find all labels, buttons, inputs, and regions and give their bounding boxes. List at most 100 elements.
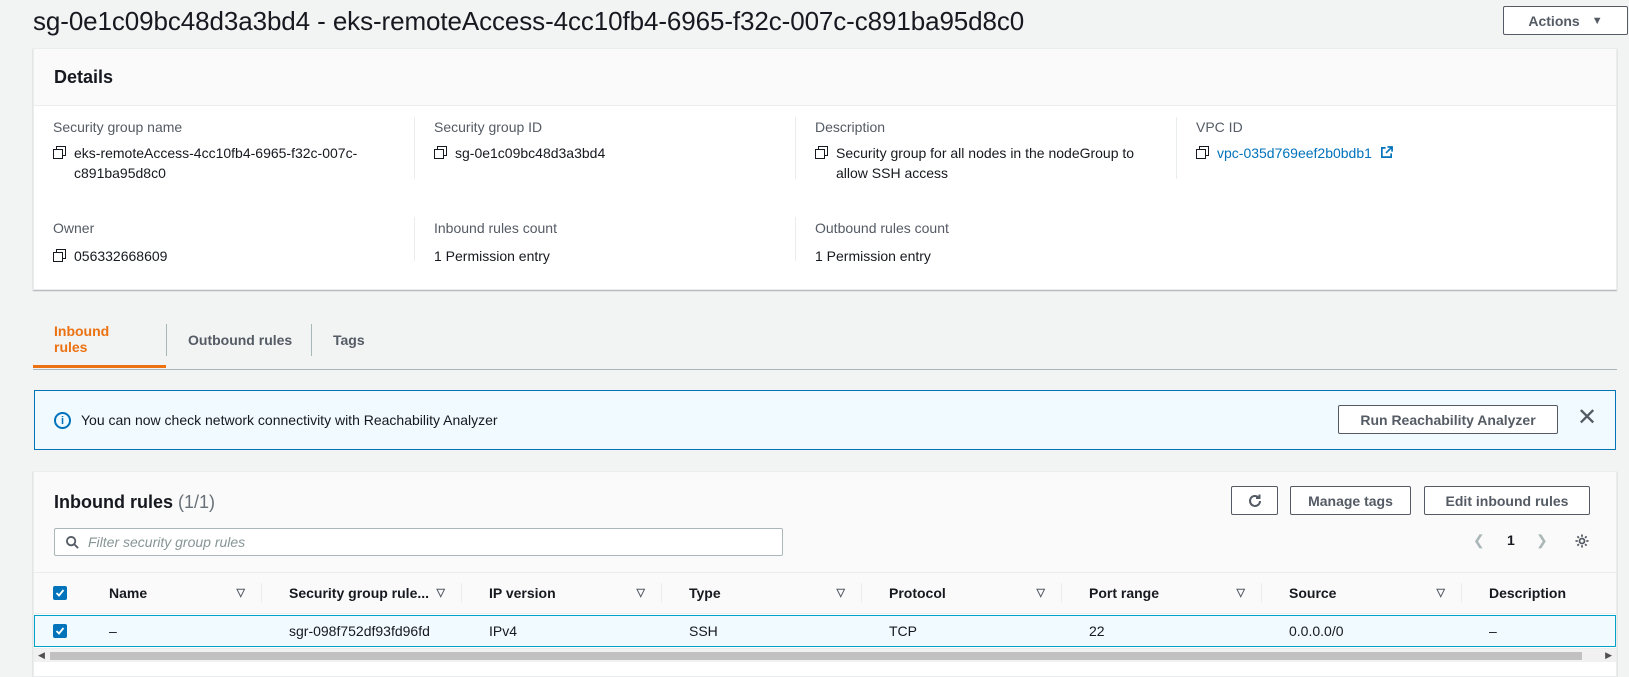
filter-box (54, 528, 783, 556)
alert-text: You can now check network connectivity w… (81, 412, 498, 428)
scroll-left-icon[interactable]: ◀ (38, 650, 45, 661)
cell-name: – (109, 623, 117, 639)
caret-down-icon: ▼ (1591, 14, 1603, 27)
column-divider (1461, 583, 1462, 603)
outbound-count-label: Outbound rules count (815, 220, 949, 236)
column-divider (861, 583, 862, 603)
rules-header: Inbound rules (1/1) Manage tags Edit inb… (34, 472, 1616, 572)
vpc-id-link[interactable]: vpc-035d769eef2b0bdb1 (1217, 143, 1372, 163)
run-reachability-analyzer-button[interactable]: Run Reachability Analyzer (1338, 405, 1558, 434)
divider (795, 217, 796, 261)
column-divider (1261, 583, 1262, 603)
divider (414, 117, 415, 179)
details-heading: Details (34, 49, 1616, 106)
description-value: Security group for all nodes in the node… (836, 145, 1135, 181)
column-header-port-range[interactable]: Port range ▽ (1089, 573, 1245, 613)
sg-name-field: Security group name eks-remoteAccess-4cc… (53, 119, 423, 183)
gear-icon[interactable] (1574, 533, 1590, 549)
column-divider (461, 583, 462, 603)
sg-id-label: Security group ID (434, 119, 543, 135)
row-checkbox[interactable] (53, 624, 67, 638)
sg-name-label: Security group name (53, 119, 183, 135)
vpc-id-field: VPC ID vpc-035d769eef2b0bdb1 (1196, 119, 1566, 163)
outbound-count-value: 1 Permission entry (815, 248, 931, 264)
rules-count: (1/1) (178, 492, 216, 512)
details-panel: Details Security group name eks-remoteAc… (33, 48, 1617, 290)
column-divider (261, 583, 262, 603)
filter-input[interactable] (88, 534, 768, 550)
cell-type: SSH (689, 623, 718, 639)
manage-tags-button[interactable]: Manage tags (1290, 486, 1411, 515)
owner-value: 056332668609 (74, 248, 168, 264)
inbound-count-field: Inbound rules count 1 Permission entry (434, 220, 804, 266)
reachability-alert: i You can now check network connectivity… (34, 390, 1616, 450)
inbound-count-value: 1 Permission entry (434, 248, 550, 264)
select-all-checkbox[interactable] (53, 586, 67, 600)
owner-label: Owner (53, 220, 95, 236)
sg-name-value: eks-remoteAccess-4cc10fb4-6965-f32c-007c… (74, 145, 358, 181)
tab-outbound-rules[interactable]: Outbound rules (167, 312, 313, 368)
sort-icon: ▽ (1236, 587, 1245, 599)
refresh-button[interactable] (1231, 486, 1278, 515)
column-divider (661, 583, 662, 603)
close-icon[interactable]: ✕ (1575, 406, 1599, 431)
info-icon: i (54, 412, 71, 429)
external-link-icon (1380, 146, 1393, 158)
description-field: Description Security group for all nodes… (815, 119, 1185, 183)
page-number[interactable]: 1 (1507, 532, 1515, 548)
copy-icon[interactable] (53, 249, 66, 262)
table-row[interactable]: – sgr-098f752df93fd96fd IPv4 SSH TCP 22 … (34, 615, 1616, 647)
divider (795, 117, 796, 179)
tab-inbound-rules[interactable]: Inbound rules (33, 312, 166, 368)
divider (1176, 117, 1177, 179)
tab-tags[interactable]: Tags (312, 312, 386, 368)
actions-label: Actions (1528, 12, 1580, 29)
scroll-right-icon[interactable]: ▶ (1605, 650, 1612, 661)
copy-icon[interactable] (434, 146, 447, 159)
divider (414, 217, 415, 261)
sort-icon: ▽ (236, 587, 245, 599)
column-header-ip-version[interactable]: IP version ▽ (489, 573, 645, 613)
cell-ip-version: IPv4 (489, 623, 518, 639)
copy-icon[interactable] (815, 146, 828, 159)
column-divider (1061, 583, 1062, 603)
chevron-right-icon[interactable]: ❯ (1536, 532, 1548, 549)
sort-icon: ▽ (636, 587, 645, 599)
copy-icon[interactable] (53, 146, 66, 159)
sort-icon: ▽ (836, 587, 845, 599)
owner-field: Owner 056332668609 (53, 220, 423, 266)
vpc-id-label: VPC ID (1196, 119, 1243, 135)
scrollbar-thumb[interactable] (50, 652, 1582, 660)
copy-icon[interactable] (1196, 146, 1209, 159)
outbound-count-field: Outbound rules count 1 Permission entry (815, 220, 1185, 266)
cell-description: – (1489, 623, 1497, 639)
sort-icon: ▽ (1436, 587, 1445, 599)
page-header: sg-0e1c09bc48d3a3bd4 - eks-remoteAccess-… (33, 2, 1629, 38)
column-header-source[interactable]: Source ▽ (1289, 573, 1445, 613)
column-header-protocol[interactable]: Protocol ▽ (889, 573, 1045, 613)
column-header-rule-id[interactable]: Security group rule... ▽ (289, 573, 445, 613)
table-header: Name ▽ Security group rule... ▽ IP version… (34, 572, 1616, 614)
sg-id-value: sg-0e1c09bc48d3a3bd4 (455, 145, 606, 161)
page-title: sg-0e1c09bc48d3a3bd4 - eks-remoteAccess-… (33, 6, 1025, 36)
check-icon (55, 627, 65, 635)
inbound-rules-panel: Inbound rules (1/1) Manage tags Edit inb… (33, 471, 1617, 677)
sort-icon: ▽ (436, 587, 445, 599)
column-header-type[interactable]: Type ▽ (689, 573, 845, 613)
tab-bar: Inbound rules Outbound rules Tags (33, 312, 1617, 370)
search-icon (66, 536, 79, 549)
refresh-icon (1248, 494, 1261, 507)
horizontal-scrollbar[interactable]: ◀ ▶ (34, 648, 1616, 662)
inbound-count-label: Inbound rules count (434, 220, 557, 236)
edit-inbound-rules-button[interactable]: Edit inbound rules (1424, 486, 1590, 515)
check-icon (55, 589, 65, 597)
actions-button[interactable]: Actions ▼ (1503, 6, 1628, 35)
cell-protocol: TCP (889, 623, 917, 639)
column-header-name[interactable]: Name ▽ (109, 573, 245, 613)
cell-port-range: 22 (1089, 623, 1105, 639)
cell-source: 0.0.0.0/0 (1289, 623, 1344, 639)
chevron-left-icon[interactable]: ❮ (1473, 532, 1485, 549)
column-header-description[interactable]: Description (1489, 573, 1609, 613)
description-label: Description (815, 119, 886, 135)
rules-title: Inbound rules (1/1) (54, 492, 216, 512)
